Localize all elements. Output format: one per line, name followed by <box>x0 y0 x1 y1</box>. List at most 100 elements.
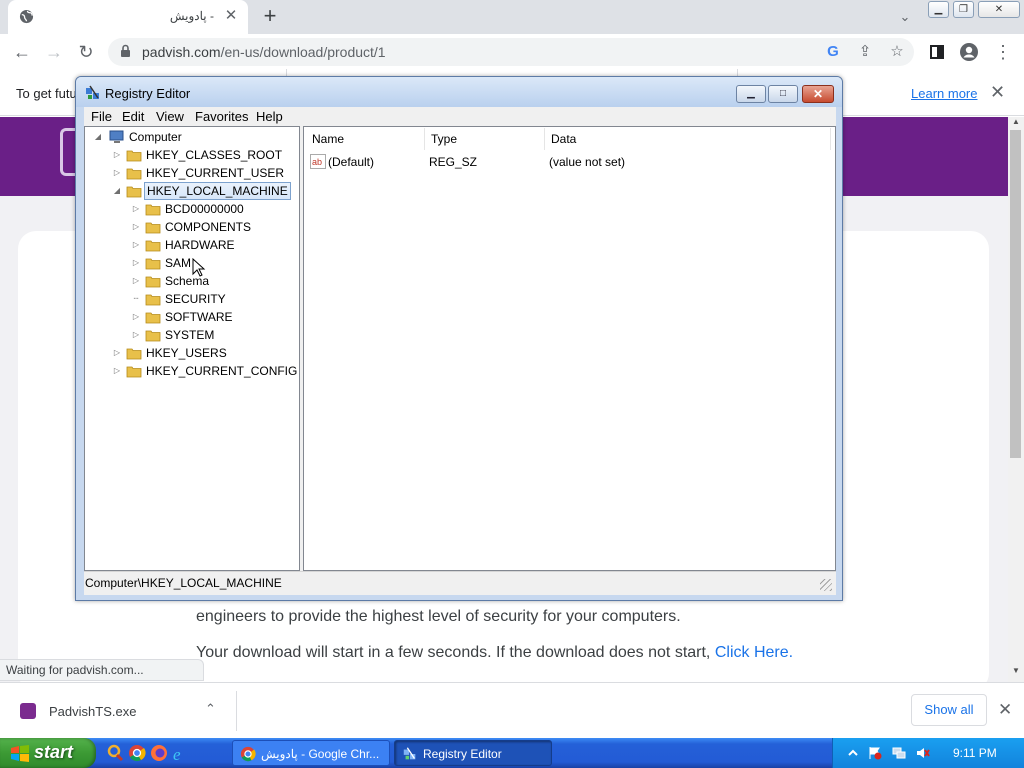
tree-node-hardware[interactable]: ▷ HARDWARE <box>131 236 291 254</box>
kebab-menu-icon[interactable]: ⋮ <box>990 40 1016 64</box>
internet-explorer-icon[interactable]: e <box>172 744 190 762</box>
chevron-down-icon[interactable]: ⌄ <box>894 6 916 28</box>
learn-more-link[interactable]: Learn more <box>911 86 977 101</box>
expand-triangle-icon[interactable]: ▷ <box>112 362 122 380</box>
tree-label: HARDWARE <box>165 238 235 252</box>
table-row[interactable]: ab (Default) REG_SZ (value not set) <box>310 153 830 171</box>
tray-chevron-up-icon[interactable] <box>846 746 860 760</box>
collapse-triangle-icon[interactable]: ◢ <box>112 182 122 200</box>
expand-triangle-icon[interactable]: ▷ <box>131 326 141 344</box>
expand-triangle-icon[interactable]: ▷ <box>131 218 141 236</box>
registry-values-list[interactable]: Name Type Data ab (Default) REG_SZ (valu… <box>303 126 836 571</box>
folder-icon <box>145 238 161 252</box>
menu-file[interactable]: File <box>91 109 112 124</box>
chevron-up-icon[interactable]: ⌃ <box>205 701 216 717</box>
collapse-triangle-icon[interactable]: ◢ <box>93 128 103 146</box>
regedit-titlebar[interactable]: Registry Editor ▁ □ ✕ <box>76 77 842 107</box>
tree-node-software[interactable]: ▷ SOFTWARE <box>131 308 291 326</box>
regedit-maximize-button[interactable]: □ <box>768 85 798 103</box>
back-icon[interactable]: ← <box>9 40 35 64</box>
tree-label: COMPONENTS <box>165 220 252 234</box>
expand-triangle-icon[interactable]: ▷ <box>131 254 141 272</box>
window-controls: ▁ ❐ ✕ <box>928 0 1024 20</box>
column-header-type[interactable]: Type <box>425 128 545 150</box>
google-lens-icon[interactable]: G <box>822 41 844 63</box>
infobar-close-icon[interactable]: ✕ <box>990 82 1005 103</box>
tree-node-hkcr[interactable]: ▷ HKEY_CLASSES_ROOT <box>112 146 297 164</box>
expand-triangle-icon[interactable]: ▷ <box>112 344 122 362</box>
security-alert-icon[interactable] <box>868 746 882 760</box>
tab-close-icon[interactable]: ✕ <box>222 7 240 25</box>
tree-label: SAM <box>165 256 192 270</box>
download-notice: Your download will start in a few second… <box>196 641 812 664</box>
svg-text:ab: ab <box>312 157 322 167</box>
registry-tree[interactable]: ◢ Computer ▷ HKEY_CLASSES_ROOT ▷ HKEY_CU… <box>84 126 300 571</box>
lock-icon[interactable] <box>120 44 131 58</box>
tree-node-hkcu[interactable]: ▷ HKEY_CURRENT_USER <box>112 164 297 182</box>
start-button[interactable]: start <box>0 738 96 768</box>
taskbar-clock[interactable]: 9:11 PM <box>953 746 997 760</box>
regedit-minimize-button[interactable]: ▁ <box>736 85 766 103</box>
folder-icon <box>126 346 142 360</box>
expand-triangle-icon[interactable]: ▷ <box>131 236 141 254</box>
profile-avatar-icon[interactable] <box>956 40 982 64</box>
tree-node-system[interactable]: ▷ SYSTEM <box>131 326 291 344</box>
forward-icon[interactable]: → <box>41 40 67 64</box>
resize-grip[interactable] <box>820 579 832 591</box>
tree-node-computer[interactable]: ◢ Computer <box>93 128 293 146</box>
chrome-icon[interactable] <box>128 744 146 762</box>
taskbar-button-chrome[interactable]: پادویش - Google Chr... <box>232 740 390 766</box>
tree-label: HKEY_CURRENT_USER <box>146 166 285 180</box>
restore-button[interactable]: ❐ <box>953 1 974 18</box>
reload-icon[interactable]: ↻ <box>73 40 99 64</box>
menu-favorites[interactable]: Favorites <box>195 109 248 124</box>
side-panel-icon[interactable] <box>924 40 950 64</box>
menu-view[interactable]: View <box>156 109 184 124</box>
tree-label: HKEY_CLASSES_ROOT <box>146 148 283 162</box>
tree-node-sam[interactable]: ▷ SAM <box>131 254 291 272</box>
tree-connector: ┄ <box>133 294 139 303</box>
taskbar-button-regedit[interactable]: Registry Editor <box>394 740 552 766</box>
show-all-button[interactable]: Show all <box>911 694 987 726</box>
status-path: Computer\HKEY_LOCAL_MACHINE <box>85 576 282 590</box>
tree-node-hku[interactable]: ▷ HKEY_USERS <box>112 344 297 362</box>
share-icon[interactable]: ⇪ <box>854 41 876 63</box>
network-icon[interactable] <box>892 746 906 760</box>
expand-triangle-icon[interactable]: ▷ <box>112 146 122 164</box>
expand-triangle-icon[interactable]: ▷ <box>131 272 141 290</box>
firefox-icon[interactable] <box>150 744 168 762</box>
search-icon[interactable] <box>106 744 124 762</box>
tree-node-bcd[interactable]: ▷ BCD00000000 <box>131 200 291 218</box>
column-header-data[interactable]: Data <box>545 128 831 150</box>
scrollbar-thumb[interactable] <box>1010 130 1021 458</box>
menu-edit[interactable]: Edit <box>122 109 144 124</box>
download-shelf-close-icon[interactable]: ✕ <box>998 700 1012 720</box>
tree-node-hkcc[interactable]: ▷ HKEY_CURRENT_CONFIG <box>112 362 297 380</box>
description-text: engineers to provide the highest level o… <box>196 608 681 625</box>
tree-label: HKEY_CURRENT_CONFIG <box>146 364 298 378</box>
tree-node-hklm[interactable]: ◢ HKEY_LOCAL_MACHINE <box>112 182 297 200</box>
scroll-up-icon[interactable]: ▲ <box>1008 117 1024 129</box>
scroll-down-icon[interactable]: ▼ <box>1008 666 1024 678</box>
regedit-close-button[interactable]: ✕ <box>802 85 834 103</box>
address-bar[interactable]: padvish.com/en-us/download/product/1 G ⇪… <box>108 38 914 66</box>
expand-triangle-icon[interactable]: ▷ <box>112 164 122 182</box>
expand-triangle-icon[interactable]: ▷ <box>131 308 141 326</box>
tree-node-security[interactable]: ┄ SECURITY <box>131 290 291 308</box>
expand-triangle-icon[interactable]: ▷ <box>131 200 141 218</box>
close-button[interactable]: ✕ <box>978 1 1020 18</box>
tree-node-components[interactable]: ▷ COMPONENTS <box>131 218 291 236</box>
value-name: (Default) <box>328 155 375 169</box>
tree-node-schema[interactable]: ▷ Schema <box>131 272 291 290</box>
bookmark-star-icon[interactable]: ☆ <box>886 41 908 63</box>
folder-open-icon <box>126 184 142 198</box>
minimize-button[interactable]: ▁ <box>928 1 949 18</box>
menu-help[interactable]: Help <box>256 109 283 124</box>
download-file-name[interactable]: PadvishTS.exe <box>49 704 136 719</box>
folder-icon <box>145 256 161 270</box>
click-here-link[interactable]: Click Here. <box>715 644 793 661</box>
volume-muted-icon[interactable] <box>916 746 930 760</box>
new-tab-button[interactable]: + <box>258 5 282 28</box>
browser-tab[interactable]: پادویش - ✕ <box>8 0 248 34</box>
column-header-name[interactable]: Name <box>306 128 425 150</box>
